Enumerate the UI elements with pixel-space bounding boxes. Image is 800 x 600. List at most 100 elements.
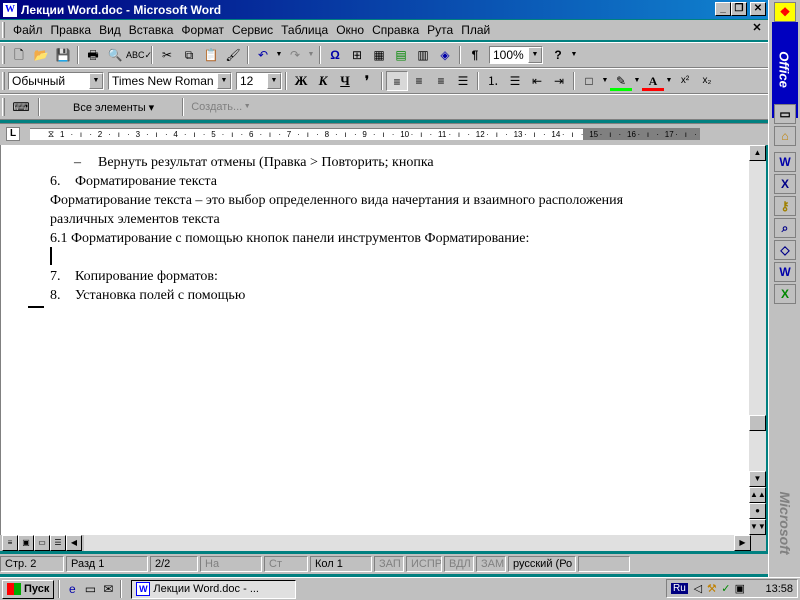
align-center-icon[interactable]: ≡ bbox=[408, 71, 430, 91]
minimize-button[interactable]: _ bbox=[715, 2, 731, 16]
decrease-indent-icon[interactable]: ⇤ bbox=[526, 71, 548, 91]
scheduler-icon[interactable]: ⚒ bbox=[705, 582, 719, 595]
doc-line[interactable]: 6.1 Форматирование с помощью кнопок пане… bbox=[50, 229, 749, 248]
font-color-icon[interactable]: А bbox=[642, 71, 664, 91]
cut-icon[interactable]: ✂ bbox=[156, 45, 178, 65]
bold-button[interactable]: Ж bbox=[290, 71, 312, 91]
indent-marker-icon[interactable]: ⧖ bbox=[46, 129, 56, 140]
find-icon[interactable]: ⌕ bbox=[774, 218, 796, 238]
symbol-button[interactable]: ❜ bbox=[356, 71, 378, 91]
doc-line[interactable] bbox=[50, 248, 749, 267]
keyboard-icon[interactable]: ⌨ bbox=[10, 97, 32, 117]
menu-plai[interactable]: Плай bbox=[457, 23, 494, 37]
align-left-icon[interactable]: ≡ bbox=[386, 71, 408, 91]
volume-icon[interactable]: ◁ bbox=[691, 582, 705, 595]
align-right-icon[interactable]: ≡ bbox=[430, 71, 452, 91]
menu-ruta[interactable]: Рута bbox=[423, 23, 457, 37]
vertical-scrollbar[interactable]: ▲ ▼ ▲▲ ● ▼▼ bbox=[749, 145, 766, 535]
all-elements-dropdown[interactable]: Все элементы ▾ bbox=[73, 101, 154, 114]
new-document-icon[interactable]: 🗋 bbox=[8, 45, 30, 65]
copy-icon[interactable]: ⧉ bbox=[178, 45, 200, 65]
font-size-select[interactable]: 12 ▼ bbox=[236, 72, 282, 90]
select-browse-object-icon[interactable]: ● bbox=[749, 503, 766, 519]
borders-icon[interactable]: □ bbox=[578, 71, 600, 91]
redo-dropdown-icon[interactable]: ▼ bbox=[306, 45, 316, 65]
menu-table[interactable]: Таблица bbox=[277, 23, 332, 37]
doc-line[interactable]: 7. Копирование форматов: bbox=[50, 267, 749, 286]
previous-page-icon[interactable]: ▲▲ bbox=[749, 487, 766, 503]
drawing-icon[interactable]: ◈ bbox=[434, 45, 456, 65]
undo-icon[interactable]: ↶ bbox=[252, 45, 274, 65]
document-area[interactable]: – Вернуть результат отмены (Правка > Повт… bbox=[0, 145, 749, 535]
menu-tools[interactable]: Сервис bbox=[228, 23, 277, 37]
outline-view-icon[interactable]: ☰ bbox=[50, 535, 66, 551]
menu-format[interactable]: Формат bbox=[177, 23, 228, 37]
paste-icon[interactable]: 📋 bbox=[200, 45, 222, 65]
doc-line[interactable]: 6. Форматирование текста bbox=[50, 172, 749, 191]
numbered-list-icon[interactable]: ⒈ bbox=[482, 71, 504, 91]
page-view-icon[interactable]: ▭ bbox=[34, 535, 50, 551]
justify-icon[interactable]: ☰ bbox=[452, 71, 474, 91]
menu-window[interactable]: Окно bbox=[332, 23, 368, 37]
display-icon[interactable]: ▣ bbox=[733, 582, 747, 595]
create-dropdown[interactable]: Создать... bbox=[191, 101, 242, 113]
title-bar[interactable]: W Лекции Word.doc - Microsoft Word _ ❐ ✕ bbox=[0, 0, 768, 19]
italic-button[interactable]: К bbox=[312, 71, 334, 91]
excel-document-icon[interactable]: X bbox=[774, 284, 796, 304]
status-overtype[interactable]: ЗАМ bbox=[476, 556, 506, 572]
close-button[interactable]: ✕ bbox=[750, 2, 766, 16]
subscript-icon[interactable]: x₂ bbox=[696, 71, 718, 91]
help-icon[interactable]: ? bbox=[547, 45, 569, 65]
redo-icon[interactable]: ↷ bbox=[284, 45, 306, 65]
insert-excel-icon[interactable]: ▤ bbox=[390, 45, 412, 65]
spelling-icon[interactable]: ABC✓ bbox=[126, 45, 152, 65]
menu-file[interactable]: Файл bbox=[9, 23, 47, 37]
menu-insert[interactable]: Вставка bbox=[125, 23, 178, 37]
close-document-icon[interactable]: ✕ bbox=[750, 22, 764, 36]
chevron-down-icon[interactable]: ▼ bbox=[217, 73, 231, 89]
zoom-select[interactable]: 100% ▼ bbox=[489, 46, 543, 64]
normal-view-icon[interactable]: ≡ bbox=[2, 535, 18, 551]
horizontal-scrollbar[interactable]: ≡ ▣ ▭ ☰ ◀ ▶ bbox=[0, 535, 766, 551]
status-track-changes[interactable]: ИСПР bbox=[406, 556, 442, 572]
menu-edit[interactable]: Правка bbox=[47, 23, 96, 37]
tab-stop-selector[interactable]: L bbox=[6, 127, 20, 141]
web-view-icon[interactable]: ▣ bbox=[18, 535, 34, 551]
desktop-icon[interactable]: ▭ bbox=[81, 580, 99, 598]
columns-icon[interactable]: ▥ bbox=[412, 45, 434, 65]
menu-view[interactable]: Вид bbox=[95, 23, 125, 37]
restore-button[interactable]: ❐ bbox=[731, 2, 747, 16]
toolbar-options-icon[interactable]: ▼ bbox=[569, 45, 579, 65]
borders-dropdown-icon[interactable]: ▼ bbox=[600, 71, 610, 91]
scroll-down-icon[interactable]: ▼ bbox=[749, 471, 766, 487]
doc-line[interactable]: Форматирование текста – это выбор опреде… bbox=[50, 191, 749, 210]
menu-help[interactable]: Справка bbox=[368, 23, 423, 37]
vertical-scroll-thumb[interactable] bbox=[749, 415, 766, 431]
increase-indent-icon[interactable]: ⇥ bbox=[548, 71, 570, 91]
insert-table-icon[interactable]: ▦ bbox=[368, 45, 390, 65]
omega-symbol-icon[interactable]: Ω bbox=[324, 45, 346, 65]
word-document-icon[interactable]: W bbox=[774, 262, 796, 282]
undo-dropdown-icon[interactable]: ▼ bbox=[274, 45, 284, 65]
start-button[interactable]: Пуск bbox=[2, 579, 55, 599]
underline-button[interactable]: Ч bbox=[334, 71, 356, 91]
outlook-express-icon[interactable]: ✉ bbox=[99, 580, 117, 598]
key-icon[interactable]: ⚷ bbox=[774, 196, 796, 216]
taskbar-item-word[interactable]: W Лекции Word.doc - ... bbox=[131, 579, 297, 599]
horizontal-scroll-track[interactable] bbox=[84, 535, 734, 551]
chevron-down-icon[interactable]: ▼ bbox=[528, 47, 542, 63]
chevron-down-icon[interactable]: ▼ bbox=[267, 73, 281, 89]
new-office-document-icon[interactable]: ▭ bbox=[774, 104, 796, 124]
language-indicator[interactable]: Ru bbox=[671, 583, 688, 594]
document-body[interactable]: – Вернуть результат отмены (Правка > Повт… bbox=[50, 153, 749, 305]
internet-explorer-icon[interactable]: e bbox=[63, 580, 81, 598]
network-icon[interactable]: ✓ bbox=[719, 582, 733, 595]
save-icon[interactable]: 💾 bbox=[52, 45, 74, 65]
status-record[interactable]: ЗАП bbox=[374, 556, 404, 572]
status-language[interactable]: русский (Ро bbox=[508, 556, 576, 572]
open-folder-icon[interactable]: 📂 bbox=[30, 45, 52, 65]
word-shortcut-icon[interactable]: W bbox=[774, 152, 796, 172]
font-select[interactable]: Times New Roman ▼ bbox=[108, 72, 232, 90]
office-logo-icon[interactable]: ❖ bbox=[774, 2, 796, 22]
bulleted-list-icon[interactable]: ☰ bbox=[504, 71, 526, 91]
